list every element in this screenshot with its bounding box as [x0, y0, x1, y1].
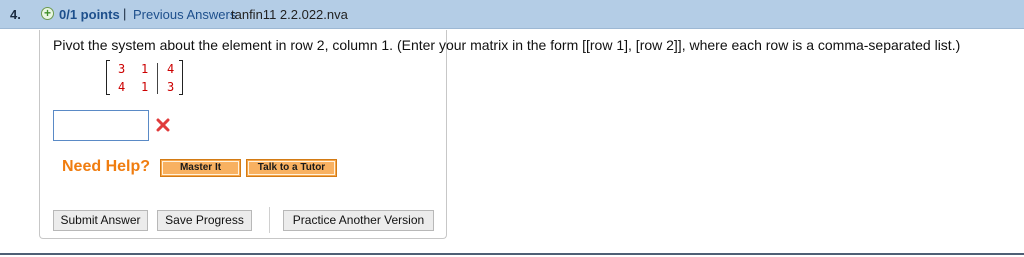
augmentation-line	[157, 63, 158, 94]
matrix-cell: 1	[141, 80, 149, 94]
matrix-right-bracket	[179, 60, 183, 95]
master-it-label: Master It	[162, 161, 239, 175]
question-source-id: tanfin11 2.2.022.nva	[231, 7, 348, 22]
matrix-left-bracket	[106, 60, 110, 95]
answer-input[interactable]	[53, 110, 149, 141]
practice-another-version-button[interactable]: Practice Another Version	[283, 210, 434, 231]
augmented-matrix: 3 1 4 4 1 3	[106, 60, 186, 96]
incorrect-x-icon	[156, 118, 170, 132]
submit-answer-button[interactable]: Submit Answer	[53, 210, 148, 231]
bottom-divider	[0, 253, 1024, 255]
question-prompt: Pivot the system about the element in ro…	[53, 37, 961, 53]
matrix-cell: 3	[118, 62, 126, 76]
actions-divider	[269, 207, 270, 233]
matrix-cell: 1	[141, 62, 149, 76]
header-separator: |	[123, 6, 127, 21]
matrix-cell: 4	[118, 80, 126, 94]
plus-circle-icon: +	[41, 7, 54, 20]
master-it-button[interactable]: Master It	[160, 159, 241, 177]
question-number: 4.	[10, 7, 21, 22]
question-header: 4. + 0/1 points | Previous Answers tanfi…	[0, 0, 1024, 29]
need-help-title: Need Help?	[62, 158, 151, 175]
save-progress-button[interactable]: Save Progress	[157, 210, 252, 231]
matrix-cell: 3	[167, 80, 175, 94]
talk-to-tutor-button[interactable]: Talk to a Tutor	[246, 159, 337, 177]
talk-to-tutor-label: Talk to a Tutor	[248, 161, 335, 175]
points-label: 0/1 points	[59, 7, 120, 22]
matrix-cell: 4	[167, 62, 175, 76]
previous-answers-link[interactable]: Previous Answers	[133, 7, 236, 22]
